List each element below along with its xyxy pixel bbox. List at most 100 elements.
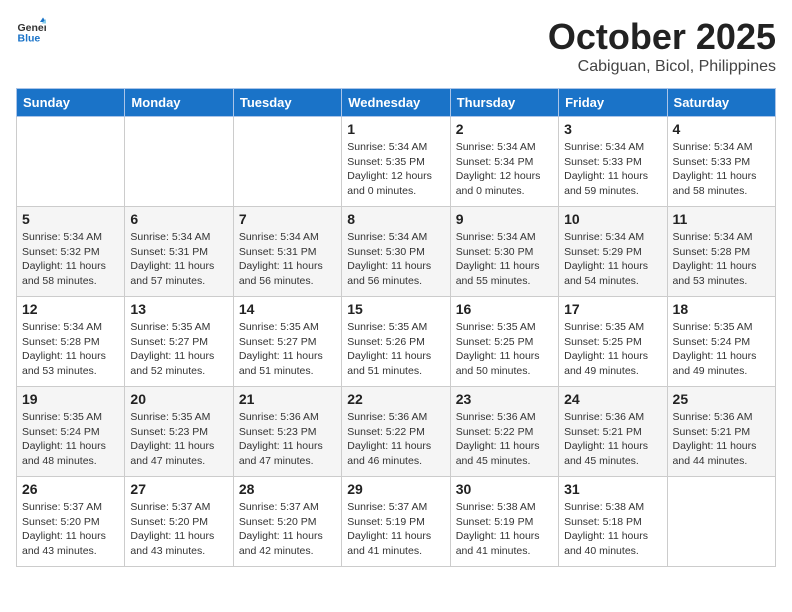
calendar-cell: 28Sunrise: 5:37 AM Sunset: 5:20 PM Dayli… [233, 477, 341, 567]
day-number: 13 [130, 301, 227, 317]
day-info: Sunrise: 5:34 AM Sunset: 5:28 PM Dayligh… [22, 320, 119, 379]
title-block: October 2025 Cabiguan, Bicol, Philippine… [548, 16, 776, 76]
calendar-cell [667, 477, 775, 567]
calendar-cell [17, 117, 125, 207]
calendar-cell: 24 Sunrise: 5:36 AM Sunset: 5:21 PM Dayli… [559, 387, 667, 477]
day-info: Sunrise: 5:36 AM Sunset: 5:21 PM Dayligh… [564, 410, 661, 469]
day-info: Sunrise: 5:37 AM Sunset: 5:20 PM Dayligh… [239, 500, 336, 559]
logo-icon: General Blue [16, 16, 46, 46]
calendar-cell: 10 Sunrise: 5:34 AM Sunset: 5:29 PM Dayli… [559, 207, 667, 297]
calendar-cell: 25Sunrise: 5:36 AM Sunset: 5:21 PM Dayli… [667, 387, 775, 477]
calendar-header-saturday: Saturday [667, 89, 775, 117]
location-title: Cabiguan, Bicol, Philippines [548, 58, 776, 76]
calendar-table: SundayMondayTuesdayWednesdayThursdayFrid… [16, 88, 776, 567]
day-number: 1 [347, 121, 444, 137]
day-info: Sunrise: 5:38 AM Sunset: 5:19 PM Dayligh… [456, 500, 553, 559]
calendar-cell: 21 Sunrise: 5:36 AM Sunset: 5:23 PM Dayli… [233, 387, 341, 477]
day-number: 22 [347, 391, 444, 407]
day-info: Sunrise: 5:34 AM Sunset: 5:31 PM Dayligh… [239, 230, 336, 289]
day-number: 20 [130, 391, 227, 407]
calendar-cell [233, 117, 341, 207]
day-info: Sunrise: 5:34 AM Sunset: 5:30 PM Dayligh… [347, 230, 444, 289]
day-info: Sunrise: 5:36 AM Sunset: 5:22 PM Dayligh… [456, 410, 553, 469]
calendar-cell [125, 117, 233, 207]
day-number: 10 [564, 211, 661, 227]
day-info: Sunrise: 5:34 AM Sunset: 5:33 PM Dayligh… [564, 140, 661, 199]
day-number: 23 [456, 391, 553, 407]
calendar-week-0: 1 Sunrise: 5:34 AM Sunset: 5:35 PM Daylig… [17, 117, 776, 207]
calendar-cell: 16 Sunrise: 5:35 AM Sunset: 5:25 PM Dayli… [450, 297, 558, 387]
calendar-cell: 6 Sunrise: 5:34 AM Sunset: 5:31 PM Daylig… [125, 207, 233, 297]
calendar-week-4: 26 Sunrise: 5:37 AM Sunset: 5:20 PM Dayli… [17, 477, 776, 567]
day-info: Sunrise: 5:35 AM Sunset: 5:23 PM Dayligh… [130, 410, 227, 469]
calendar-cell: 12Sunrise: 5:34 AM Sunset: 5:28 PM Dayli… [17, 297, 125, 387]
day-info: Sunrise: 5:34 AM Sunset: 5:33 PM Dayligh… [673, 140, 770, 199]
day-number: 26 [22, 481, 119, 497]
day-info: Sunrise: 5:36 AM Sunset: 5:23 PM Dayligh… [239, 410, 336, 469]
day-info: Sunrise: 5:34 AM Sunset: 5:34 PM Dayligh… [456, 140, 553, 199]
day-number: 4 [673, 121, 770, 137]
day-info: Sunrise: 5:35 AM Sunset: 5:25 PM Dayligh… [564, 320, 661, 379]
calendar-header-tuesday: Tuesday [233, 89, 341, 117]
day-info: Sunrise: 5:35 AM Sunset: 5:24 PM Dayligh… [673, 320, 770, 379]
calendar-cell: 2 Sunrise: 5:34 AM Sunset: 5:34 PM Daylig… [450, 117, 558, 207]
day-number: 9 [456, 211, 553, 227]
day-number: 24 [564, 391, 661, 407]
day-number: 29 [347, 481, 444, 497]
calendar-cell: 23 Sunrise: 5:36 AM Sunset: 5:22 PM Dayli… [450, 387, 558, 477]
day-info: Sunrise: 5:35 AM Sunset: 5:27 PM Dayligh… [130, 320, 227, 379]
day-info: Sunrise: 5:37 AM Sunset: 5:20 PM Dayligh… [22, 500, 119, 559]
calendar-cell: 17Sunrise: 5:35 AM Sunset: 5:25 PM Dayli… [559, 297, 667, 387]
day-info: Sunrise: 5:37 AM Sunset: 5:19 PM Dayligh… [347, 500, 444, 559]
day-number: 18 [673, 301, 770, 317]
day-info: Sunrise: 5:34 AM Sunset: 5:29 PM Dayligh… [564, 230, 661, 289]
calendar-cell: 4 Sunrise: 5:34 AM Sunset: 5:33 PM Daylig… [667, 117, 775, 207]
calendar-cell: 15 Sunrise: 5:35 AM Sunset: 5:26 PM Dayli… [342, 297, 450, 387]
calendar-header-row: SundayMondayTuesdayWednesdayThursdayFrid… [17, 89, 776, 117]
day-info: Sunrise: 5:36 AM Sunset: 5:22 PM Dayligh… [347, 410, 444, 469]
day-info: Sunrise: 5:34 AM Sunset: 5:31 PM Dayligh… [130, 230, 227, 289]
calendar-cell: 26 Sunrise: 5:37 AM Sunset: 5:20 PM Dayli… [17, 477, 125, 567]
calendar-cell: 5Sunrise: 5:34 AM Sunset: 5:32 PM Daylig… [17, 207, 125, 297]
day-number: 5 [22, 211, 119, 227]
day-number: 11 [673, 211, 770, 227]
day-number: 14 [239, 301, 336, 317]
calendar-week-1: 5Sunrise: 5:34 AM Sunset: 5:32 PM Daylig… [17, 207, 776, 297]
calendar-cell: 31Sunrise: 5:38 AM Sunset: 5:18 PM Dayli… [559, 477, 667, 567]
day-number: 15 [347, 301, 444, 317]
calendar-cell: 1 Sunrise: 5:34 AM Sunset: 5:35 PM Daylig… [342, 117, 450, 207]
calendar-cell: 27 Sunrise: 5:37 AM Sunset: 5:20 PM Dayli… [125, 477, 233, 567]
calendar-cell: 29 Sunrise: 5:37 AM Sunset: 5:19 PM Dayli… [342, 477, 450, 567]
calendar-cell: 8 Sunrise: 5:34 AM Sunset: 5:30 PM Daylig… [342, 207, 450, 297]
calendar-header-wednesday: Wednesday [342, 89, 450, 117]
calendar-week-3: 19Sunrise: 5:35 AM Sunset: 5:24 PM Dayli… [17, 387, 776, 477]
day-info: Sunrise: 5:35 AM Sunset: 5:26 PM Dayligh… [347, 320, 444, 379]
day-number: 27 [130, 481, 227, 497]
calendar-header-thursday: Thursday [450, 89, 558, 117]
day-info: Sunrise: 5:34 AM Sunset: 5:30 PM Dayligh… [456, 230, 553, 289]
calendar-header-monday: Monday [125, 89, 233, 117]
day-info: Sunrise: 5:37 AM Sunset: 5:20 PM Dayligh… [130, 500, 227, 559]
day-number: 25 [673, 391, 770, 407]
day-number: 6 [130, 211, 227, 227]
calendar-cell: 9 Sunrise: 5:34 AM Sunset: 5:30 PM Daylig… [450, 207, 558, 297]
day-number: 21 [239, 391, 336, 407]
day-info: Sunrise: 5:38 AM Sunset: 5:18 PM Dayligh… [564, 500, 661, 559]
calendar-cell: 14Sunrise: 5:35 AM Sunset: 5:27 PM Dayli… [233, 297, 341, 387]
day-info: Sunrise: 5:35 AM Sunset: 5:25 PM Dayligh… [456, 320, 553, 379]
month-title: October 2025 [548, 16, 776, 58]
day-info: Sunrise: 5:34 AM Sunset: 5:35 PM Dayligh… [347, 140, 444, 199]
calendar-cell: 22 Sunrise: 5:36 AM Sunset: 5:22 PM Dayli… [342, 387, 450, 477]
day-number: 2 [456, 121, 553, 137]
page-header: General Blue October 2025 Cabiguan, Bico… [16, 16, 776, 76]
calendar-cell: 20 Sunrise: 5:35 AM Sunset: 5:23 PM Dayli… [125, 387, 233, 477]
logo: General Blue [16, 16, 46, 46]
svg-text:Blue: Blue [18, 33, 41, 45]
day-info: Sunrise: 5:34 AM Sunset: 5:28 PM Dayligh… [673, 230, 770, 289]
calendar-cell: 11 Sunrise: 5:34 AM Sunset: 5:28 PM Dayli… [667, 207, 775, 297]
calendar-cell: 13 Sunrise: 5:35 AM Sunset: 5:27 PM Dayli… [125, 297, 233, 387]
calendar-cell: 19Sunrise: 5:35 AM Sunset: 5:24 PM Dayli… [17, 387, 125, 477]
day-number: 8 [347, 211, 444, 227]
day-number: 16 [456, 301, 553, 317]
calendar-cell: 30Sunrise: 5:38 AM Sunset: 5:19 PM Dayli… [450, 477, 558, 567]
